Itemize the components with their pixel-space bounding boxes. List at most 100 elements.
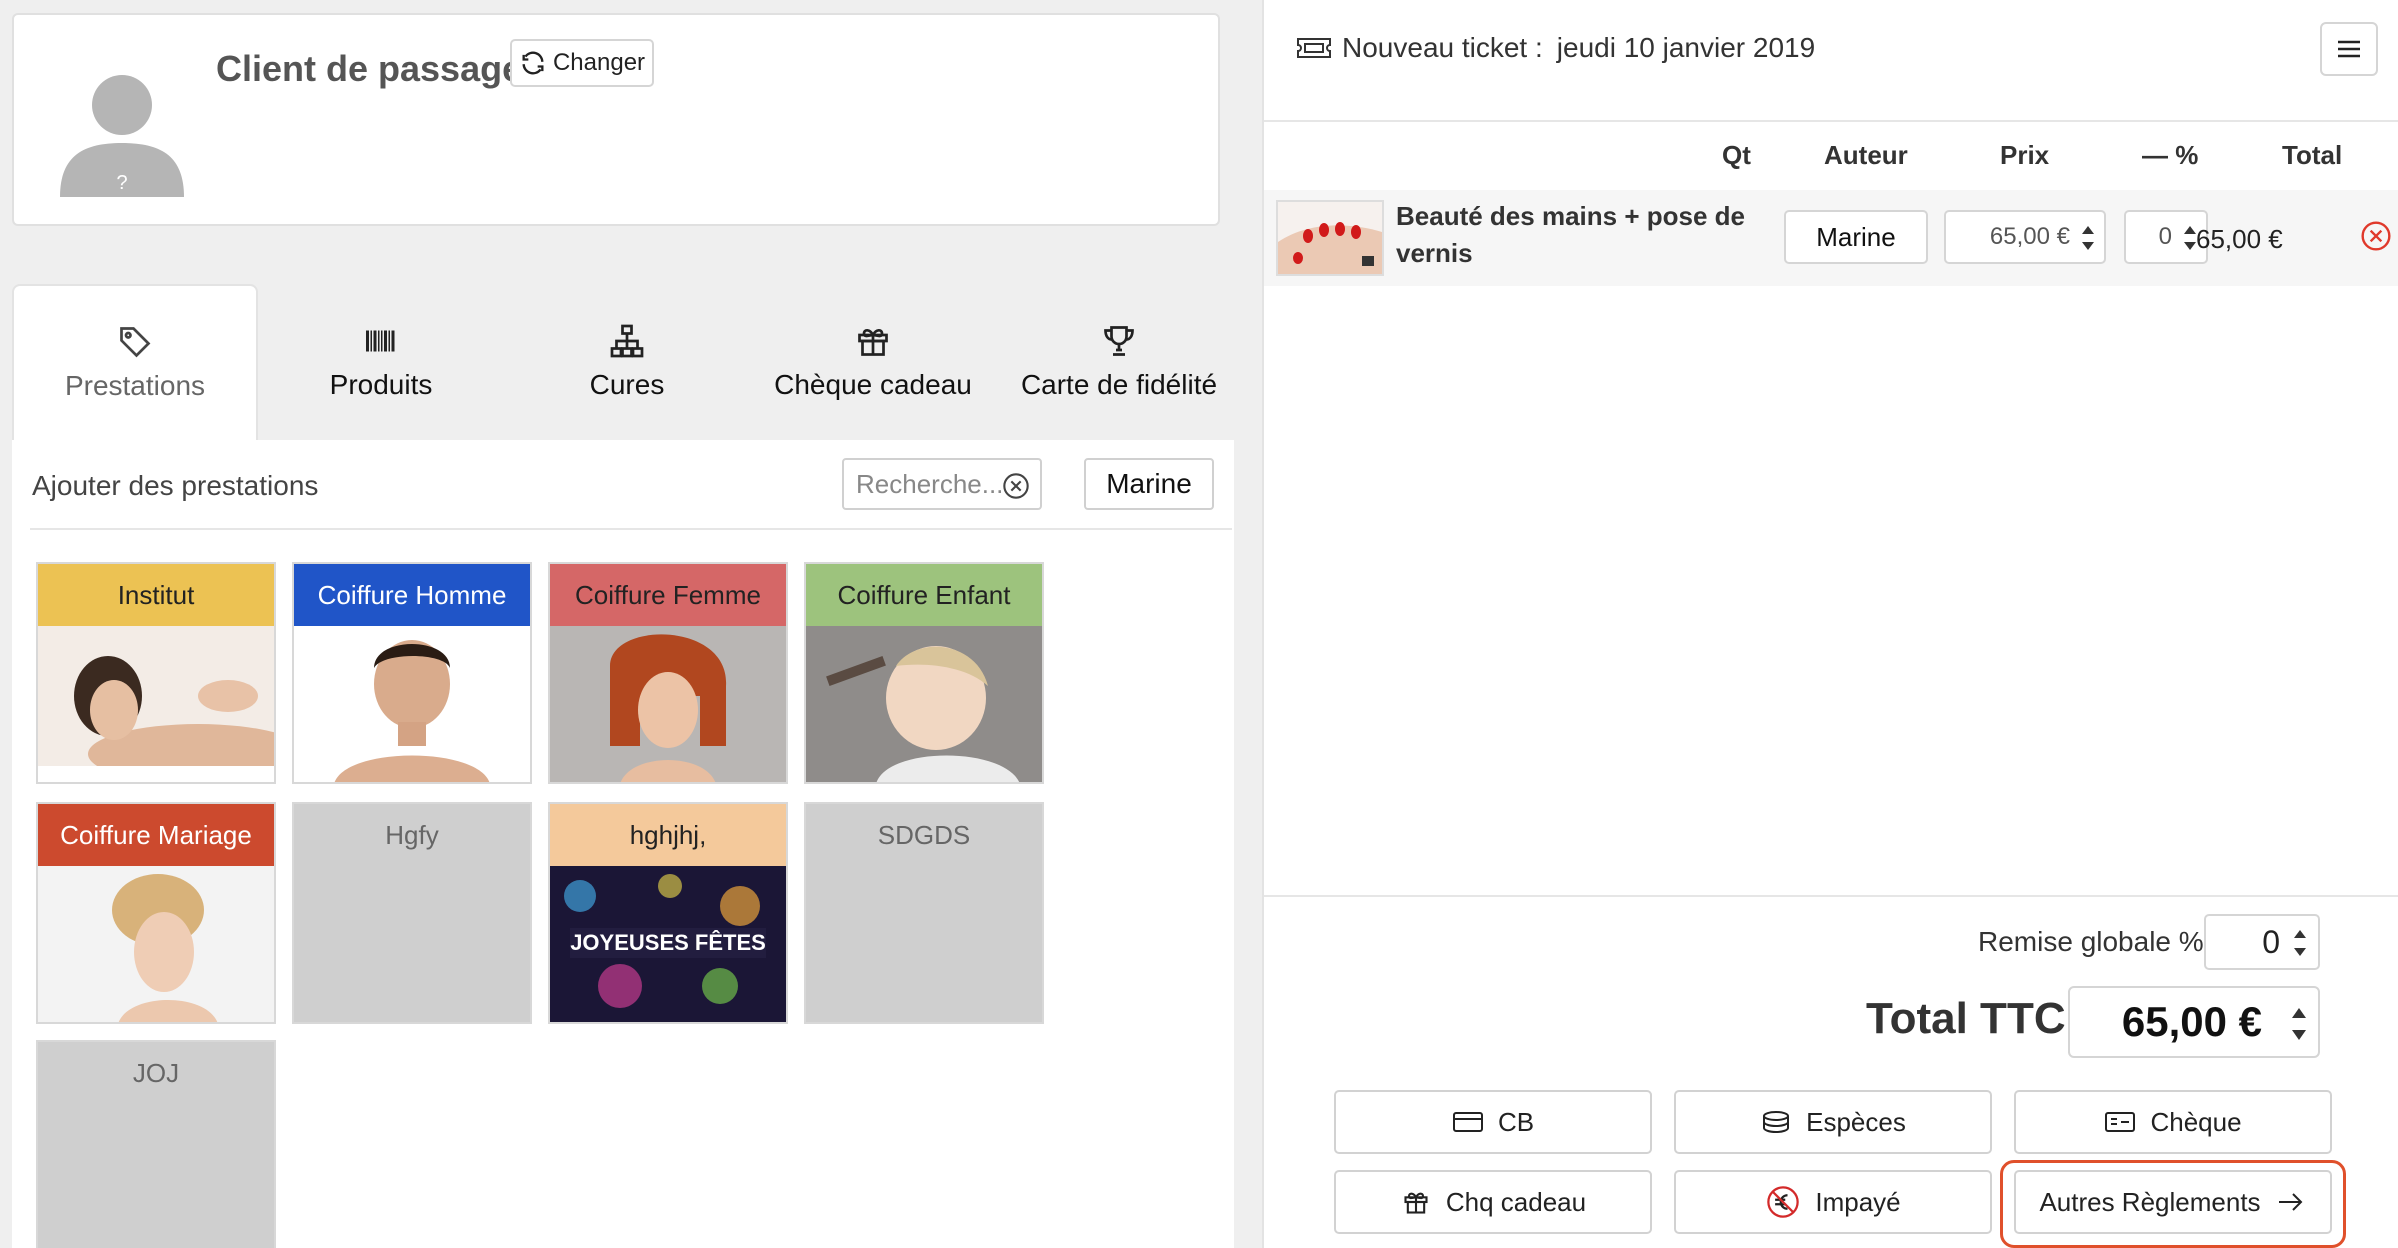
ticket-date: jeudi 10 janvier 2019	[1556, 32, 1816, 63]
tab-label: Carte de fidélité	[1020, 369, 1218, 400]
svg-text:JOYEUSES FÊTES: JOYEUSES FÊTES	[570, 930, 766, 955]
pay-impaye-button[interactable]: Impayé	[1674, 1170, 1992, 1234]
category-tile-joj[interactable]: JOJ	[36, 1040, 276, 1248]
line-total: 65,00 €	[2196, 224, 2283, 254]
tab-prestations[interactable]: Prestations	[12, 284, 258, 440]
stepper-arrows-icon[interactable]	[2288, 998, 2310, 1050]
cash-icon	[1763, 1111, 1790, 1134]
category-tile-hgfy[interactable]: Hgfy	[292, 802, 532, 1024]
tile-label: Coiffure Homme	[294, 564, 530, 626]
line-thumbnail	[1276, 200, 1384, 276]
search-input[interactable]: Recherche...	[842, 458, 1042, 510]
bride-hairstyle-photo	[38, 866, 274, 1022]
category-tile-hghjhj[interactable]: hghjhj, JOYEUSES FÊTES	[548, 802, 788, 1024]
avatar: ?	[60, 75, 184, 197]
clear-search-icon[interactable]	[1002, 472, 1030, 500]
tile-label: Institut	[38, 564, 274, 626]
credit-card-icon	[1452, 1112, 1483, 1132]
stepper-arrows-icon[interactable]	[2290, 922, 2310, 964]
pay-chq-cadeau-button[interactable]: Chq cadeau	[1334, 1170, 1652, 1234]
avatar-mark: ?	[116, 172, 127, 194]
pay-especes-button[interactable]: Espèces	[1674, 1090, 1992, 1154]
stepper-arrows-icon[interactable]	[2078, 218, 2098, 258]
category-tile-sdgds[interactable]: SDGDS	[804, 802, 1044, 1024]
pay-label: Espèces	[1806, 1106, 1906, 1137]
category-tile-institut[interactable]: Institut	[36, 562, 276, 784]
remove-line-icon[interactable]	[2360, 220, 2392, 252]
pay-label: Impayé	[1815, 1186, 1901, 1217]
tab-label: Produits	[329, 369, 433, 400]
man-portrait-photo	[294, 626, 530, 782]
pay-label: Chq cadeau	[1445, 1186, 1587, 1217]
tab-label: Prestations	[64, 370, 206, 401]
col-author: Auteur	[1824, 140, 1908, 170]
trophy-icon	[1104, 326, 1134, 356]
total-ttc-amount: 65,00 €	[2121, 998, 2262, 1045]
child-haircut-photo	[806, 626, 1042, 782]
refresh-icon	[522, 51, 544, 75]
gift-icon	[858, 328, 888, 356]
ticket-pane: Nouveau ticket : jeudi 10 janvier 2019 Q…	[1264, 0, 2398, 1248]
global-discount-input[interactable]: 0	[2204, 914, 2320, 970]
client-name: Client de passage	[216, 48, 523, 89]
arrow-right-icon	[2278, 1193, 2302, 1211]
col-price: Prix	[2000, 140, 2050, 170]
change-client-label: Changer	[552, 49, 646, 76]
total-ttc-value[interactable]: 65,00 €	[2068, 986, 2320, 1058]
cheque-icon	[2105, 1112, 2136, 1132]
joyeuses-fetes-photo: JOYEUSES FÊTES	[550, 866, 786, 1022]
tile-label: SDGDS	[877, 819, 971, 850]
menu-button[interactable]	[2320, 22, 2378, 76]
client-card: ? Client de passage Changer	[12, 13, 1220, 226]
tab-produits[interactable]: Produits	[258, 284, 504, 440]
divider	[1264, 120, 2398, 122]
tag-icon	[120, 327, 151, 358]
sitemap-icon	[610, 324, 644, 358]
tab-carte-fidelite[interactable]: Carte de fidélité	[996, 284, 1242, 440]
tile-label: JOJ	[132, 1057, 180, 1088]
tile-label: Hgfy	[385, 819, 439, 850]
category-tile-coiffure-femme[interactable]: Coiffure Femme	[548, 562, 788, 784]
hamburger-icon	[2338, 40, 2360, 58]
prestations-panel: Ajouter des prestations Recherche... Mar…	[12, 440, 1234, 1248]
staff-select-button[interactable]: Marine	[1084, 458, 1214, 510]
pay-label: Autres Règlements	[2039, 1186, 2261, 1217]
panel-title: Ajouter des prestations	[32, 470, 319, 501]
woman-red-hair-photo	[550, 626, 786, 782]
pay-cheque-button[interactable]: Chèque	[2014, 1090, 2332, 1154]
manicure-photo	[1278, 202, 1382, 274]
line-price-value: 65,00 €	[1989, 223, 2070, 250]
left-pane: ? Client de passage Changer Prestations …	[0, 0, 1262, 1248]
line-author-button[interactable]: Marine	[1784, 210, 1928, 264]
ticket-icon	[1297, 38, 1331, 58]
category-tile-coiffure-enfant[interactable]: Coiffure Enfant	[804, 562, 1044, 784]
col-discount: — %	[2142, 140, 2199, 170]
global-discount-label: Remise globale %	[1978, 926, 2204, 957]
tile-label: Coiffure Mariage	[38, 804, 274, 866]
barcode-icon	[366, 330, 395, 352]
tab-cheque-cadeau[interactable]: Chèque cadeau	[750, 284, 996, 440]
col-total: Total	[2282, 140, 2343, 170]
ticket-label: Nouveau ticket :	[1342, 32, 1543, 63]
category-tile-coiffure-homme[interactable]: Coiffure Homme	[292, 562, 532, 784]
gift-icon	[1404, 1192, 1428, 1214]
no-euro-icon	[1767, 1186, 1800, 1218]
category-tile-coiffure-mariage[interactable]: Coiffure Mariage	[36, 802, 276, 1024]
line-price-input[interactable]: 65,00 €	[1944, 210, 2106, 264]
global-discount-value: 0	[2262, 923, 2280, 960]
line-name: Beauté des mains + pose de vernis	[1396, 201, 1745, 268]
tab-cures[interactable]: Cures	[504, 284, 750, 440]
tab-label: Chèque cadeau	[774, 369, 972, 400]
search-placeholder: Recherche...	[856, 468, 1004, 499]
pay-autres-reglements-button[interactable]: Autres Règlements	[2014, 1170, 2332, 1234]
pay-cb-button[interactable]: CB	[1334, 1090, 1652, 1154]
col-qt: Qt	[1722, 140, 1751, 170]
pay-label: CB	[1497, 1106, 1535, 1137]
total-ttc-label: Total TTC	[1866, 994, 2066, 1043]
line-discount-value: 0	[2158, 223, 2172, 250]
change-client-button[interactable]: Changer	[510, 39, 654, 87]
tile-label: Coiffure Femme	[550, 564, 786, 626]
pay-label: Chèque	[2150, 1106, 2242, 1137]
ticket-header: Nouveau ticket : jeudi 10 janvier 2019	[1296, 32, 1815, 64]
massage-photo	[38, 626, 274, 782]
